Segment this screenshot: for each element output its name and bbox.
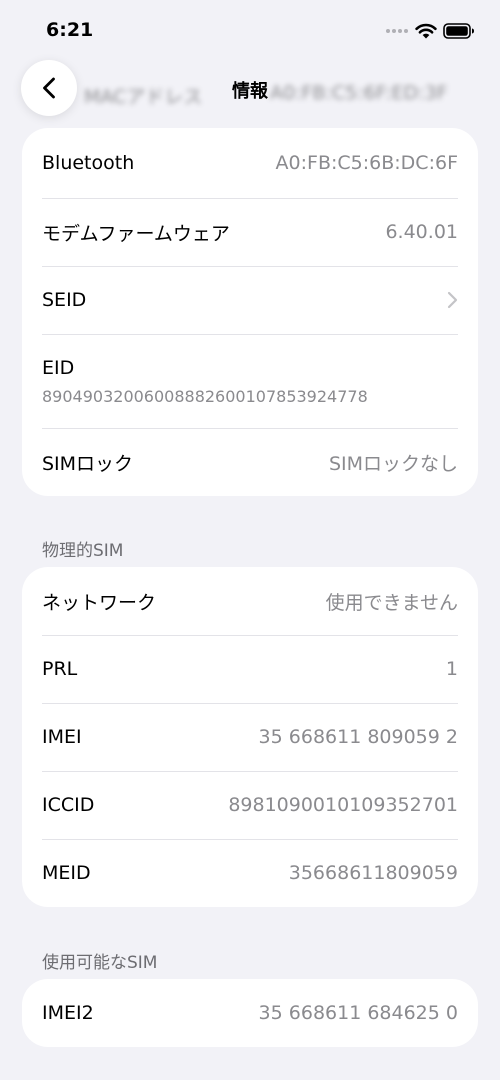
row-value: A0:FB:C5:6B:DC:6F xyxy=(275,152,458,174)
row-label: ネットワーク xyxy=(42,591,157,614)
row-label: PRL xyxy=(42,658,78,680)
status-time: 6:21 xyxy=(46,19,94,41)
chevron-left-icon xyxy=(43,77,55,99)
row-value: 8981090010109352701 xyxy=(228,794,458,816)
blurred-row-label: MACアドレス xyxy=(84,86,203,108)
section-header-physical-sim: 物理的SIM xyxy=(42,541,124,561)
blurred-row-value: A0:FB:C5:6F:ED:3F xyxy=(270,82,448,104)
row-label: IMEI2 xyxy=(42,1002,94,1024)
about-screen: 6:21 情報 MACアドレス A0:FB:C5:6F:ED:3F Blueto… xyxy=(0,0,500,1080)
row-value: 35 668611 684625 0 xyxy=(258,1002,458,1024)
status-bar: 6:21 xyxy=(0,0,500,60)
info-card: Bluetooth A0:FB:C5:6B:DC:6F モデムファームウェア 6… xyxy=(22,128,478,496)
prl-row: PRL 1 xyxy=(22,635,478,703)
row-value: 35668611809059 xyxy=(288,862,458,884)
sim-lock-row: SIMロック SIMロックなし xyxy=(22,428,478,496)
row-label: モデムファームウェア xyxy=(42,222,230,245)
row-value: 使用できません xyxy=(325,591,458,614)
back-button[interactable] xyxy=(21,60,77,116)
meid-row: MEID 35668611809059 xyxy=(22,839,478,907)
row-value: 6.40.01 xyxy=(385,221,458,243)
row-label: Bluetooth xyxy=(42,152,135,174)
network-row: ネットワーク 使用できません xyxy=(22,567,478,635)
modem-firmware-row: モデムファームウェア 6.40.01 xyxy=(22,198,478,266)
seid-row[interactable]: SEID xyxy=(22,266,478,334)
signal-dots-icon xyxy=(386,29,410,35)
chevron-right-icon xyxy=(447,291,458,309)
battery-icon xyxy=(443,23,474,39)
section-header-available-sim: 使用可能なSIM xyxy=(42,953,158,973)
row-label: IMEI xyxy=(42,726,82,748)
row-label: SIMロック xyxy=(42,452,134,475)
iccid-row: ICCID 8981090010109352701 xyxy=(22,771,478,839)
row-label: MEID xyxy=(42,862,91,884)
wifi-icon xyxy=(415,23,437,39)
available-sim-card: IMEI2 35 668611 684625 0 xyxy=(22,979,478,1047)
row-value: 1 xyxy=(445,658,458,680)
imei-row: IMEI 35 668611 809059 2 xyxy=(22,703,478,771)
physical-sim-card: ネットワーク 使用できません PRL 1 IMEI 35 668611 8090… xyxy=(22,567,478,907)
eid-row: EID 89049032006008882600107853924778 xyxy=(22,334,478,428)
row-value: 35 668611 809059 2 xyxy=(258,726,458,748)
row-label: ICCID xyxy=(42,794,95,816)
bluetooth-row: Bluetooth A0:FB:C5:6B:DC:6F xyxy=(22,128,478,198)
row-value: SIMロックなし xyxy=(328,452,458,475)
row-value: 89049032006008882600107853924778 xyxy=(42,386,368,406)
row-label: SEID xyxy=(42,289,87,311)
imei2-row: IMEI2 35 668611 684625 0 xyxy=(22,979,478,1047)
row-label: EID xyxy=(42,356,75,379)
